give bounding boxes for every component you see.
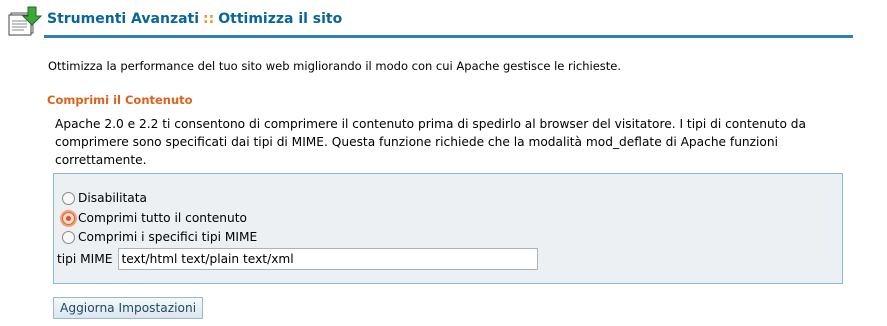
radio-compress-mime[interactable]: [62, 230, 75, 244]
page-header: Strumenti Avanzati:: Ottimizza il sito: [4, 4, 853, 38]
section-description: Apache 2.0 e 2.2 ti consentono di compri…: [55, 117, 807, 167]
mime-types-label: tipi MIME: [57, 252, 113, 266]
option-disabled[interactable]: Disabilitata: [62, 189, 147, 207]
radio-disabled[interactable]: [62, 191, 75, 205]
title-separator: ::: [203, 11, 215, 27]
section-title: Comprimi il Contenuto: [47, 93, 193, 107]
page-title: Strumenti Avanzati:: Ottimizza il sito: [47, 11, 342, 27]
option-compress-mime[interactable]: Comprimi i specifici tipi MIME: [62, 228, 257, 246]
header-divider: [44, 35, 853, 38]
option-disabled-label: Disabilitata: [78, 191, 147, 205]
option-compress-all[interactable]: Comprimi tutto il contenuto: [62, 209, 247, 227]
option-compress-mime-label: Comprimi i specifici tipi MIME: [78, 230, 258, 244]
title-section-name: Strumenti Avanzati: [47, 11, 200, 27]
intro-text: Ottimizza la performance del tuo sito we…: [48, 59, 622, 73]
mime-types-row: tipi MIME: [57, 248, 538, 270]
radio-compress-all[interactable]: [62, 211, 75, 225]
update-settings-button[interactable]: Aggiorna Impostazioni: [53, 297, 204, 319]
compression-options-panel: Disabilitata Comprimi tutto il contenuto…: [53, 173, 843, 284]
download-document-icon: [8, 6, 43, 36]
title-page-name: Ottimizza il sito: [218, 11, 343, 27]
mime-types-input[interactable]: [117, 248, 538, 270]
option-compress-all-label: Comprimi tutto il contenuto: [78, 211, 247, 225]
